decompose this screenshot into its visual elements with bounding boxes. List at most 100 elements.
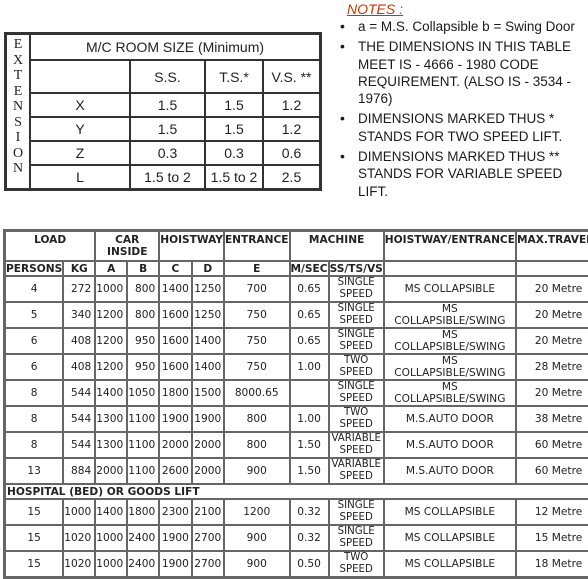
cell-b: 800: [127, 302, 159, 328]
cell-max-travel: 20 Metre: [516, 302, 588, 328]
cell-speed-type: SINGLESPEED: [329, 276, 384, 302]
notes-list: a = M.S. Collapsible b = Swing Door THE …: [336, 18, 588, 200]
table-row: 15102010002400190027009000.50TWOSPEEDMS …: [5, 551, 588, 578]
cell-e: 900: [224, 525, 290, 551]
cell-c: 1900: [159, 525, 191, 551]
cell-persons: 13: [5, 458, 64, 484]
speed-line-2: SPEED: [330, 564, 383, 576]
room-cell: 1.5 to 2: [130, 165, 205, 190]
room-header-cell: S.S.: [130, 60, 205, 93]
cell-a: 1200: [95, 302, 127, 328]
cell-b: 2400: [127, 551, 159, 578]
table-row: 15102010002400190027009000.32SINGLESPEED…: [5, 525, 588, 551]
cell-max-travel: 60 Metre: [516, 432, 588, 458]
cell-persons: 8: [5, 406, 64, 432]
cell-b: 1100: [127, 458, 159, 484]
header-hoistway: HOISTWAY: [159, 231, 224, 262]
cell-a: 1000: [95, 551, 127, 578]
cell-c: 1600: [159, 328, 191, 354]
room-header-cell: [30, 60, 130, 93]
table-row: 53401200800160012507500.65SINGLESPEEDMS …: [5, 302, 588, 328]
cell-persons: 15: [5, 525, 64, 551]
cell-msec: 0.50: [290, 551, 329, 578]
cell-hoistway-entrance: M.S.AUTO DOOR: [384, 432, 516, 458]
extension-letter: E: [7, 84, 29, 100]
cell-persons: 6: [5, 328, 64, 354]
subheader-c: C: [159, 261, 191, 276]
cell-kg: 408: [63, 354, 95, 380]
table-row: 854414001050180015008000.65SINGLESPEEDMS…: [5, 380, 588, 406]
header-load: LOAD: [5, 231, 96, 262]
speed-line-2: SPEED: [330, 341, 383, 353]
cell-msec: 0.65: [290, 276, 329, 302]
cell-b: 1050: [127, 380, 159, 406]
cell-a: 1000: [95, 525, 127, 551]
subheader-speed-type: SS/TS/VS: [329, 261, 384, 276]
cell-e: 800: [224, 406, 290, 432]
cell-d: 1400: [192, 328, 224, 354]
cell-c: 2300: [159, 499, 191, 525]
room-cell: 1.5: [205, 93, 263, 117]
cell-hoistway-entrance: MS COLLAPSIBLE: [384, 499, 516, 525]
cell-c: 2000: [159, 432, 191, 458]
cell-d: 1250: [192, 302, 224, 328]
header-max-travel: MAX.TRAVELE: [516, 231, 588, 262]
table-row: 151000140018002300210012000.32SINGLESPEE…: [5, 499, 588, 525]
cell-b: 2400: [127, 525, 159, 551]
speed-line-1: SINGLE: [330, 526, 383, 538]
table-row: 854413001100200020008001.50VARIABLESPEED…: [5, 432, 588, 458]
speed-line-1: SINGLE: [330, 277, 383, 289]
cell-hoistway-entrance: MS COLLAPSIBLE: [384, 525, 516, 551]
cell-hoistway-entrance: M.S.AUTO DOOR: [384, 458, 516, 484]
speed-line-1: SINGLE: [330, 381, 383, 393]
room-cell: 1.5 to 2: [205, 165, 263, 190]
speed-line-2: SPEED: [330, 538, 383, 550]
cell-d: 2100: [192, 499, 224, 525]
cell-persons: 5: [5, 302, 64, 328]
cell-a: 2000: [95, 458, 127, 484]
cell-speed-type: SINGLESPEED: [329, 525, 384, 551]
notes-section: NOTES : a = M.S. Collapsible b = Swing D…: [336, 0, 588, 203]
room-cell: L: [30, 165, 130, 190]
cell-max-travel: 20 Metre: [516, 380, 588, 406]
speed-line-2: SPEED: [330, 445, 383, 457]
room-cell: 1.5: [130, 93, 205, 117]
subheader-a: A: [95, 261, 127, 276]
cell-speed-type: TWOSPEED: [329, 406, 384, 432]
cell-kg: 544: [63, 432, 95, 458]
header-machine: MACHINE: [290, 231, 384, 262]
speed-line-1: VARIABLE: [330, 459, 383, 471]
cell-b: 1100: [127, 432, 159, 458]
speed-line-2: SPEED: [330, 315, 383, 327]
room-cell: 0.6: [263, 141, 321, 165]
cell-persons: 6: [5, 354, 64, 380]
room-row: L 1.5 to 2 1.5 to 2 2.5: [6, 165, 321, 190]
cell-max-travel: 60 Metre: [516, 458, 588, 484]
extension-letter: O: [7, 146, 29, 162]
cell-e: 750: [224, 302, 290, 328]
lift-specification-table: LOAD CAR INSIDE HOISTWAY ENTRANCE MACHIN…: [3, 229, 588, 579]
speed-line-1: VARIABLE: [330, 433, 383, 445]
extension-letter: X: [7, 53, 29, 69]
cell-speed-type: SINGLESPEED: [329, 499, 384, 525]
cell-d: 1900: [192, 406, 224, 432]
cell-e: 1200: [224, 499, 290, 525]
header-car-inside: CAR INSIDE: [95, 231, 159, 262]
cell-kg: 884: [63, 458, 95, 484]
section-row: HOSPITAL (BED) OR GOODS LIFT: [5, 484, 588, 499]
cell-b: 1100: [127, 406, 159, 432]
cell-c: 1400: [159, 276, 191, 302]
cell-a: 1400: [95, 380, 127, 406]
cell-kg: 544: [63, 406, 95, 432]
subheader-d: D: [192, 261, 224, 276]
cell-b: 950: [127, 354, 159, 380]
speed-line-1: SINGLE: [330, 500, 383, 512]
room-cell: 1.2: [263, 117, 321, 141]
room-cell: 0.3: [130, 141, 205, 165]
cell-speed-type: VARIABLESPEED: [329, 458, 384, 484]
cell-max-travel: 12 Metre: [516, 499, 588, 525]
cell-hoistway-entrance: M.S.AUTO DOOR: [384, 406, 516, 432]
extension-letter: S: [7, 115, 29, 131]
room-row: Z 0.3 0.3 0.6: [6, 141, 321, 165]
cell-kg: 1020: [63, 525, 95, 551]
